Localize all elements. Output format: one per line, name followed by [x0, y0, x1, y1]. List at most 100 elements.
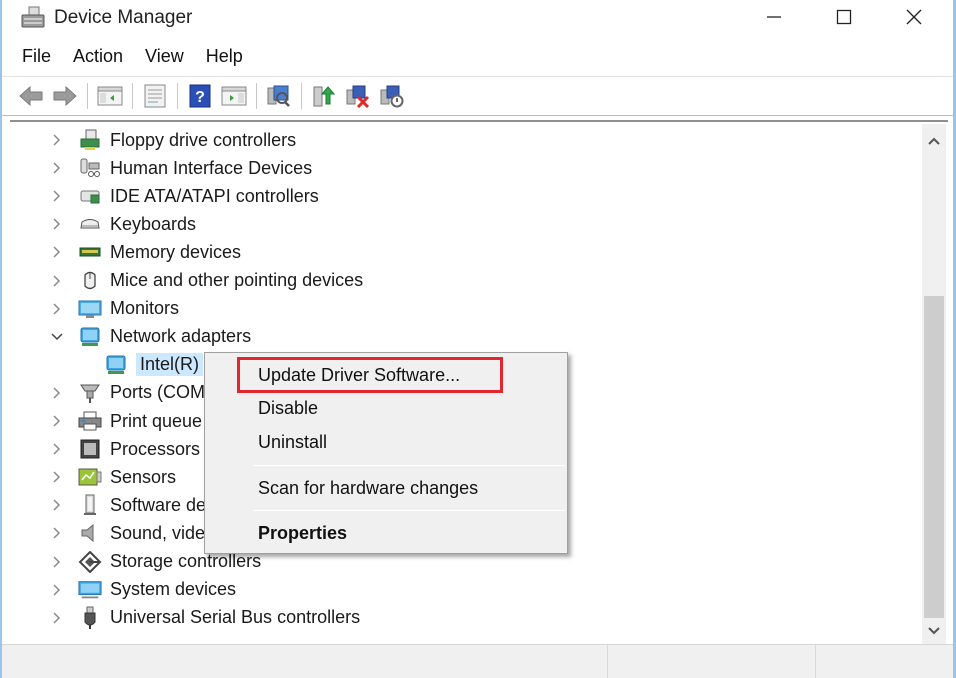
chevron-down-icon	[928, 627, 940, 635]
ide-controller-icon	[78, 185, 102, 207]
device-manager-app-icon	[20, 6, 46, 30]
window-title: Device Manager	[54, 7, 193, 28]
properties-button[interactable]	[141, 82, 169, 110]
printer-icon	[78, 410, 102, 432]
show-hide-console-tree-button[interactable]	[96, 82, 124, 110]
enable-device-button[interactable]	[378, 82, 406, 110]
status-pane-main	[2, 645, 607, 678]
help-icon: ?	[189, 84, 211, 108]
tree-node[interactable]: Network adapters	[50, 323, 251, 351]
scroll-up-button[interactable]	[922, 130, 946, 152]
tree-node[interactable]: Keyboards	[50, 210, 196, 238]
chevron-right-icon[interactable]	[50, 526, 64, 540]
tree-node[interactable]: Human Interface Devices	[50, 154, 312, 182]
show-hide-action-pane-button[interactable]	[220, 82, 248, 110]
minimize-button[interactable]	[750, 0, 798, 34]
chevron-right-icon[interactable]	[50, 498, 64, 512]
close-button[interactable]	[890, 0, 938, 34]
status-pane-3	[815, 645, 955, 678]
tree-node[interactable]: IDE ATA/ATAPI controllers	[50, 182, 319, 210]
chevron-right-icon[interactable]	[50, 161, 64, 175]
tree-node-label: Universal Serial Bus controllers	[110, 607, 361, 628]
menu-item-scan-for-hardware-changes[interactable]: Scan for hardware changes	[205, 473, 567, 503]
network-adapter-icon	[78, 326, 102, 348]
tree-node[interactable]: Print queue	[50, 407, 202, 435]
menu-action[interactable]: Action	[61, 42, 133, 72]
tree-node-label: Intel(R)	[136, 353, 204, 377]
chevron-right-icon[interactable]	[50, 442, 64, 456]
tree-node[interactable]: Sound, vide	[50, 519, 205, 547]
chevron-right-icon[interactable]	[50, 583, 64, 597]
menu-item-properties[interactable]: Properties	[205, 518, 567, 548]
menu-separator	[253, 510, 565, 511]
chevron-right-icon[interactable]	[50, 414, 64, 428]
memory-icon	[78, 241, 102, 263]
chevron-right-icon[interactable]	[50, 274, 64, 288]
chevron-down-icon[interactable]	[50, 330, 64, 344]
usb-icon	[78, 606, 102, 629]
chevron-right-icon[interactable]	[50, 189, 64, 203]
tree-node[interactable]: Memory devices	[50, 238, 241, 266]
tree-node-label: System devices	[110, 579, 237, 600]
menu-item-disable[interactable]: Disable	[205, 393, 567, 423]
maximize-button[interactable]	[820, 0, 868, 34]
menu-item-uninstall[interactable]: Uninstall	[205, 427, 567, 457]
vertical-scrollbar[interactable]	[922, 124, 946, 644]
storage-controller-icon	[78, 550, 102, 573]
tree-node-label: Sound, vide	[110, 522, 206, 543]
back-button[interactable]	[17, 82, 45, 110]
uninstall-device-icon	[346, 85, 370, 108]
chevron-right-icon[interactable]	[50, 217, 64, 231]
uninstall-device-button[interactable]	[344, 82, 372, 110]
forward-button[interactable]	[51, 82, 79, 110]
floppy-controller-icon	[78, 129, 102, 151]
tree-node[interactable]: Monitors	[50, 295, 179, 323]
tree-node-label: Storage controllers	[110, 551, 262, 571]
menu-separator	[253, 465, 565, 466]
chevron-right-icon[interactable]	[50, 611, 64, 625]
title-bar[interactable]: Device Manager	[2, 0, 953, 36]
tree-node-label: Sensors	[110, 466, 177, 487]
chevron-right-icon[interactable]	[50, 386, 64, 400]
hid-icon	[78, 157, 102, 179]
help-button[interactable]: ?	[186, 82, 214, 110]
chevron-right-icon[interactable]	[50, 470, 64, 484]
menu-view[interactable]: View	[133, 42, 194, 72]
close-icon	[906, 9, 922, 25]
tree-node[interactable]: Sensors	[50, 463, 176, 491]
tree-node[interactable]: Universal Serial Bus controllers	[50, 604, 360, 632]
status-bar	[2, 644, 953, 678]
update-driver-button[interactable]	[310, 82, 338, 110]
mouse-icon	[78, 270, 102, 292]
properties-sheet-icon	[144, 84, 166, 108]
tree-node[interactable]: Floppy drive controllers	[50, 126, 296, 154]
tree-node-selected-device[interactable]: Intel(R)	[104, 351, 204, 379]
menu-file[interactable]: File	[2, 42, 61, 72]
chevron-right-icon[interactable]	[50, 302, 64, 316]
speaker-icon	[78, 522, 102, 544]
tree-node[interactable]: Mice and other pointing devices	[50, 267, 363, 295]
tree-node[interactable]: Ports (COM	[50, 379, 205, 407]
arrow-left-icon	[19, 85, 43, 107]
tree-node[interactable]: System devices	[50, 576, 236, 604]
scrollbar-thumb[interactable]	[924, 296, 944, 618]
tree-node-label: Network adapters	[110, 326, 252, 347]
tree-node-label: Processors	[110, 438, 201, 459]
scan-hardware-button[interactable]	[265, 82, 293, 110]
scroll-down-button[interactable]	[922, 620, 946, 642]
network-adapter-icon	[104, 354, 128, 376]
arrow-right-icon	[53, 85, 77, 107]
monitor-icon	[78, 298, 102, 320]
chevron-right-icon[interactable]	[50, 555, 64, 569]
menu-help[interactable]: Help	[194, 42, 253, 72]
toolbar: ?	[2, 76, 953, 116]
update-driver-icon	[313, 86, 336, 107]
chevron-right-icon[interactable]	[50, 133, 64, 147]
tree-node-label: Human Interface Devices	[110, 157, 313, 178]
tree-node[interactable]: Processors	[50, 435, 200, 463]
tree-node[interactable]: Software de	[50, 491, 206, 519]
tree-node-label: Memory devices	[110, 241, 242, 262]
toolbar-separator	[177, 83, 178, 109]
menu-item-update-driver-software[interactable]: Update Driver Software...	[205, 360, 567, 390]
chevron-right-icon[interactable]	[50, 245, 64, 259]
